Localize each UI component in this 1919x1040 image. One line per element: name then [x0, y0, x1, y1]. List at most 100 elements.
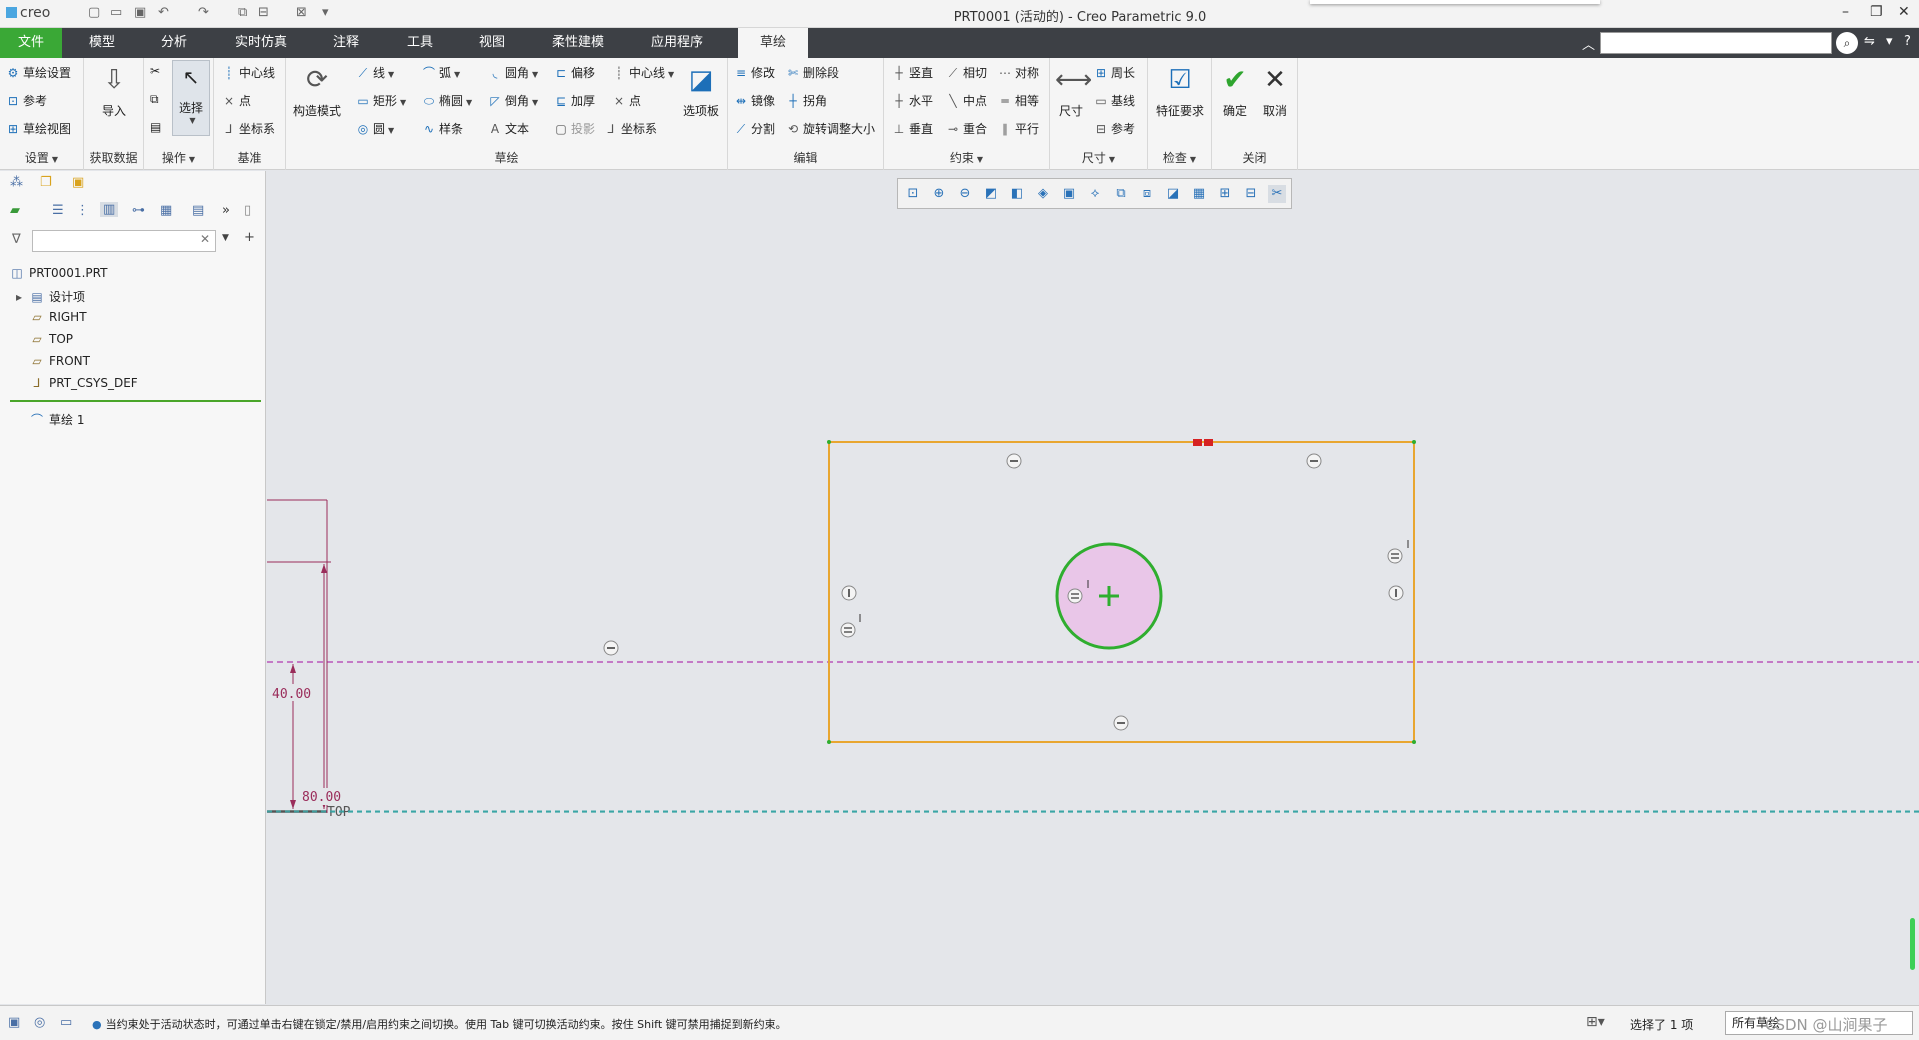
- datum-display-icon[interactable]: ⧉: [1112, 185, 1130, 203]
- rect-vertex-bl[interactable]: [827, 740, 831, 744]
- sketch-point-button[interactable]: × 点: [612, 92, 641, 109]
- baseline-button[interactable]: ▭ 基线: [1094, 92, 1135, 109]
- clear-filter-icon[interactable]: ✕: [200, 232, 210, 246]
- tab-tools[interactable]: 工具: [390, 28, 450, 58]
- thicken-button[interactable]: ⊑ 加厚: [554, 92, 595, 109]
- reference-dim-button[interactable]: ⊟ 参考: [1094, 120, 1135, 137]
- repaint-icon[interactable]: ◩: [982, 185, 1000, 203]
- coincident-constraint-button[interactable]: ⊸ 重合: [946, 120, 987, 137]
- sketch-view-button[interactable]: ⊞ 草绘视图: [6, 120, 71, 137]
- arc-button[interactable]: ⌒ 弧 ▼: [422, 64, 460, 81]
- tab-flexible-modeling[interactable]: 柔性建模: [535, 28, 621, 58]
- sketcher-display-icon[interactable]: ⊞: [1216, 185, 1234, 203]
- constraint-equal-left[interactable]: [840, 622, 856, 638]
- model-tree-tab-icon[interactable]: ⁂: [10, 175, 23, 190]
- help-icon[interactable]: ?: [1904, 34, 1911, 49]
- mirror-button[interactable]: ⇹ 镜像: [734, 92, 775, 109]
- model-icon[interactable]: ▰: [10, 203, 20, 218]
- constraint-horizontal-top-left[interactable]: [1006, 453, 1022, 469]
- rect-vertex-br[interactable]: [1412, 740, 1416, 744]
- tree-layers-icon[interactable]: ▥: [100, 202, 119, 217]
- cut-icon[interactable]: ✂: [150, 64, 160, 78]
- tangent-constraint-button[interactable]: ⟋ 相切: [946, 64, 987, 81]
- equal-constraint-button[interactable]: ═ 相等: [998, 92, 1039, 109]
- horizontal-constraint-button[interactable]: ┼ 水平: [892, 92, 933, 109]
- rotate-resize-button[interactable]: ⟲ 旋转调整大小: [786, 120, 875, 137]
- sketch-canvas[interactable]: TOP 40.00 80.00: [267, 171, 1919, 1004]
- construction-mode-button[interactable]: ⟳ 构造模式: [290, 64, 344, 119]
- operations-group-label[interactable]: 操作 ▼: [144, 149, 213, 166]
- paste-icon[interactable]: ▤: [150, 120, 161, 134]
- tab-view[interactable]: 视图: [462, 28, 522, 58]
- tree-columns2-icon[interactable]: ▤: [192, 203, 204, 218]
- more-icon[interactable]: »: [222, 203, 230, 218]
- command-search-icon[interactable]: ⇋: [1864, 34, 1875, 49]
- tree-item-design-items[interactable]: ▸ ▤ 设计项: [14, 288, 85, 305]
- text-button[interactable]: A 文本: [488, 120, 529, 137]
- constraint-horizontal-reference[interactable]: [603, 640, 619, 656]
- constraint-vertical-right[interactable]: [1388, 585, 1404, 601]
- constraint-horizontal-top-right[interactable]: [1306, 453, 1322, 469]
- rectangle-button[interactable]: ▭ 矩形 ▼: [356, 92, 406, 109]
- import-button[interactable]: ⇩ 导入: [92, 64, 136, 119]
- tab-analysis[interactable]: 分析: [144, 28, 204, 58]
- spline-button[interactable]: ∿ 样条: [422, 120, 463, 137]
- fullscreen-icon[interactable]: ▭: [60, 1015, 72, 1030]
- tree-item-front[interactable]: ▱ FRONT: [30, 354, 90, 368]
- favorites-icon[interactable]: ▣: [72, 175, 84, 190]
- tree-item-right[interactable]: ▱ RIGHT: [30, 310, 86, 324]
- dim-80-value-text[interactable]: 80.00: [302, 790, 341, 805]
- graphics-window[interactable]: TOP 40.00 80.00: [267, 171, 1919, 1004]
- tab-file[interactable]: 文件: [0, 28, 62, 58]
- tree-doc-icon[interactable]: ▯: [244, 203, 251, 218]
- search-icon[interactable]: ⌕: [1836, 32, 1858, 54]
- datum-centerline-button[interactable]: ┊ 中心线: [222, 64, 275, 81]
- zoom-in-icon[interactable]: ⊕: [930, 185, 948, 203]
- tree-filter-input[interactable]: [32, 230, 216, 252]
- dropdown-icon[interactable]: ▾: [1886, 34, 1893, 49]
- circle-button[interactable]: ◎ 圆 ▼: [356, 120, 394, 137]
- constraint-horizontal-bottom[interactable]: [1113, 715, 1129, 731]
- vertical-constraint-button[interactable]: ┼ 竖直: [892, 64, 933, 81]
- sketch-centerline-button[interactable]: ┊ 中心线 ▼: [612, 64, 674, 81]
- annotation-display-icon[interactable]: ◪: [1164, 185, 1182, 203]
- close-button[interactable]: ✕: [1898, 4, 1910, 20]
- tree-item-csys[interactable]: ⅃ PRT_CSYS_DEF: [30, 376, 138, 390]
- tab-applications[interactable]: 应用程序: [634, 28, 720, 58]
- sketch-csys-button[interactable]: ⅃ 坐标系: [604, 120, 657, 137]
- vertex-display-icon[interactable]: ✂: [1268, 185, 1286, 203]
- scroll-indicator[interactable]: [1910, 918, 1915, 970]
- tree-root[interactable]: ◫ PRT0001.PRT: [10, 266, 107, 280]
- datum-point-button[interactable]: × 点: [222, 92, 251, 109]
- ellipse-button[interactable]: ⬭ 椭圆 ▼: [422, 92, 472, 109]
- find-icon[interactable]: ⊞▾: [1586, 1014, 1605, 1030]
- collapse-ribbon-icon[interactable]: ︿: [1582, 34, 1595, 53]
- expand-icon[interactable]: ▸: [14, 290, 24, 304]
- tree-columns-icon[interactable]: ⋮: [76, 203, 89, 218]
- restore-button[interactable]: ❐: [1870, 4, 1883, 20]
- feature-requirements-button[interactable]: ☑ 特征要求: [1152, 64, 1208, 119]
- symmetric-constraint-button[interactable]: ⋯ 对称: [998, 64, 1039, 81]
- perspective-icon[interactable]: ⟡: [1086, 185, 1104, 203]
- constraint-equal-circle[interactable]: [1067, 588, 1083, 604]
- search-input[interactable]: [1600, 32, 1832, 54]
- folder-browser-icon[interactable]: ❐: [40, 175, 52, 190]
- tab-annotate[interactable]: 注释: [316, 28, 376, 58]
- project-button[interactable]: ▢ 投影: [554, 120, 595, 137]
- dimension-button[interactable]: ⟷ 尺寸: [1054, 64, 1092, 119]
- filter-dropdown-icon[interactable]: ▼: [222, 233, 229, 243]
- parallel-constraint-button[interactable]: ∥ 平行: [998, 120, 1039, 137]
- datum-csys-button[interactable]: ⅃ 坐标系: [222, 120, 275, 137]
- zoom-out-icon[interactable]: ⊖: [956, 185, 974, 203]
- chamfer-button[interactable]: ◸ 倒角 ▼: [488, 92, 538, 109]
- setup-group-label[interactable]: 设置 ▼: [0, 149, 83, 166]
- display-style-icon[interactable]: ◧: [1008, 185, 1026, 203]
- tree-list-icon[interactable]: ☰: [52, 203, 64, 218]
- constraint-display-icon[interactable]: ⊟: [1242, 185, 1260, 203]
- saved-orientations-icon[interactable]: ◈: [1034, 185, 1052, 203]
- spin-center-icon[interactable]: ⧈: [1138, 185, 1156, 203]
- minimize-button[interactable]: –: [1842, 4, 1849, 20]
- tab-sketch[interactable]: 草绘: [738, 28, 808, 58]
- dimension-group-label[interactable]: 尺寸 ▼: [1050, 149, 1147, 166]
- palette-button[interactable]: ◪ 选项板: [678, 64, 724, 119]
